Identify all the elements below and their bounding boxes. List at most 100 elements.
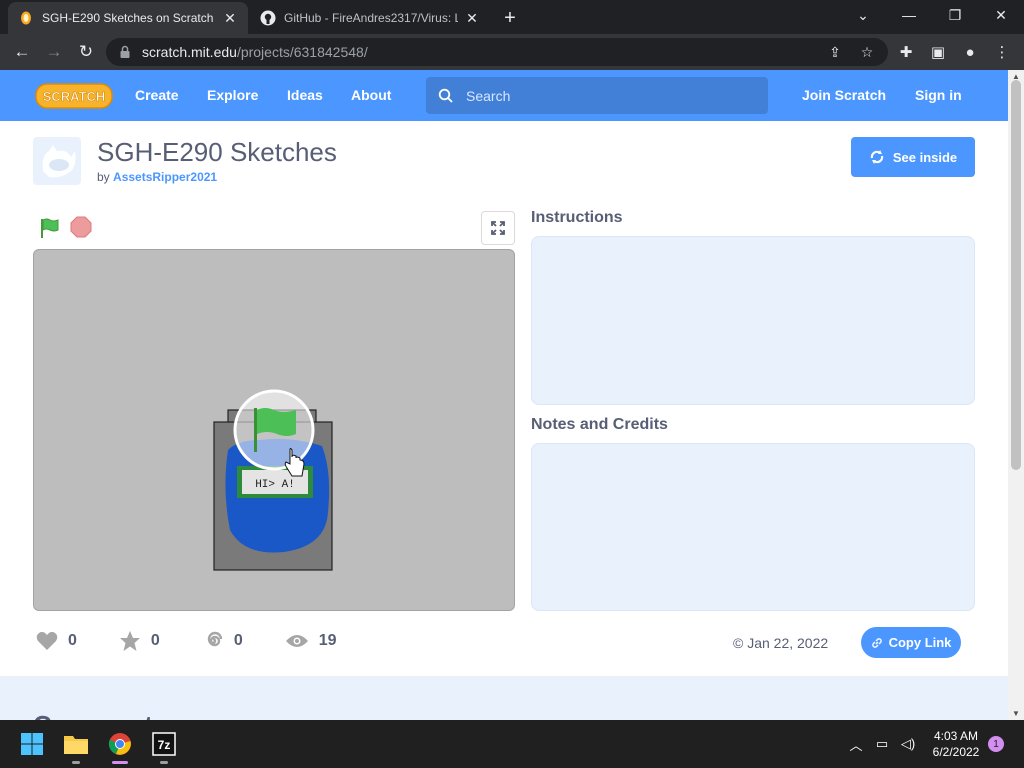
fullscreen-button[interactable]	[481, 211, 515, 245]
remix-spiral-icon	[207, 631, 223, 647]
browser-tab-strip: SGH-E290 Sketches on Scratch ✕ GitHub - …	[0, 0, 1024, 34]
tab-github[interactable]: GitHub - FireAndres2317/Virus: L ✕	[250, 2, 490, 34]
file-explorer-icon[interactable]	[60, 728, 92, 764]
remix-count: 0	[233, 632, 243, 649]
copy-link-label: Copy Link	[888, 635, 952, 650]
search-box	[426, 77, 768, 114]
svg-text:SCRATCH: SCRATCH	[43, 89, 106, 104]
running-indicator	[160, 761, 168, 764]
instructions-title: Instructions	[531, 209, 623, 226]
project-title: SGH-E290 Sketches	[97, 137, 337, 167]
github-favicon-icon	[260, 10, 276, 26]
project-stats: 0 0 0 19	[36, 630, 365, 652]
join-scratch-link[interactable]: Join Scratch	[802, 87, 886, 103]
tab-title: SGH-E290 Sketches on Scratch	[42, 11, 214, 25]
back-arrow-icon[interactable]: ←	[10, 40, 34, 64]
tab-title: GitHub - FireAndres2317/Virus: L	[284, 11, 458, 25]
lock-icon	[120, 45, 130, 58]
address-bar[interactable]: scratch.mit.edu/projects/631842548/ ⇪ ☆	[106, 38, 888, 66]
scratch-logo[interactable]: SCRATCH	[35, 82, 113, 110]
window-controls: ⌄ — ❐ ✕	[840, 0, 1024, 30]
active-indicator	[112, 761, 128, 764]
favorite-count: 0	[150, 632, 160, 649]
menu-kebab-icon[interactable]: ⋮	[990, 40, 1014, 64]
notes-credits-panel	[531, 443, 975, 611]
page-scrollbar[interactable]: ▲ ▼	[1008, 70, 1024, 720]
remix-stat: 0	[202, 630, 243, 652]
7zip-icon[interactable]: 7z	[148, 728, 180, 764]
by-prefix: by	[97, 170, 110, 184]
scroll-down-icon[interactable]: ▼	[1012, 709, 1020, 718]
side-panel-icon[interactable]: ▣	[926, 40, 950, 64]
url-host: scratch.mit.edu	[142, 44, 237, 60]
author-avatar[interactable]	[33, 137, 81, 185]
network-icon[interactable]: ▭	[871, 734, 893, 754]
chrome-icon[interactable]	[104, 728, 136, 764]
project-stage[interactable]: HI> A!	[33, 249, 515, 611]
love-stat[interactable]: 0	[36, 631, 77, 651]
favorite-stat[interactable]: 0	[119, 630, 160, 652]
new-tab-button[interactable]: +	[498, 6, 522, 30]
close-tab-icon[interactable]: ✕	[464, 10, 480, 26]
search-icon	[438, 88, 453, 103]
search-input[interactable]	[466, 87, 746, 104]
remix-arrows-icon	[870, 150, 884, 164]
restore-button[interactable]: ❐	[932, 0, 978, 30]
see-inside-label: See inside	[892, 149, 958, 165]
chevron-up-icon[interactable]: ︿	[845, 734, 867, 754]
eye-icon	[285, 635, 308, 647]
url-path: /projects/631842548/	[236, 44, 368, 60]
volume-icon[interactable]: ◁)	[897, 734, 919, 754]
windows-start-icon[interactable]	[16, 728, 48, 760]
taskbar-clock[interactable]: 4:03 AM 6/2/2022	[926, 728, 986, 760]
windows-taskbar: 7z ︿ ▭ ◁) 4:03 AM 6/2/2022	[0, 720, 1024, 768]
project-date: © Jan 22, 2022	[733, 635, 829, 651]
scratch-favicon-icon	[18, 10, 34, 26]
love-count: 0	[68, 632, 77, 649]
sprite-screen-text: HI> A!	[255, 479, 295, 491]
nav-ideas[interactable]: Ideas	[287, 87, 323, 103]
comments-title: Comments	[33, 710, 167, 720]
heart-icon	[36, 631, 58, 650]
close-tab-icon[interactable]: ✕	[222, 10, 238, 26]
instructions-panel	[531, 236, 975, 405]
bookmark-star-icon[interactable]: ☆	[858, 43, 876, 61]
profile-avatar-icon[interactable]: ●	[958, 40, 982, 64]
nav-explore[interactable]: Explore	[207, 87, 258, 103]
scrollbar-thumb[interactable]	[1011, 80, 1021, 470]
play-overlay-flag-icon[interactable]	[233, 389, 315, 471]
scratch-navbar: SCRATCH Create Explore Ideas About Join …	[0, 70, 1008, 121]
tab-scratch-project[interactable]: SGH-E290 Sketches on Scratch ✕	[8, 2, 248, 34]
clock-time: 4:03 AM	[933, 729, 979, 743]
views-count: 19	[318, 632, 337, 649]
share-icon[interactable]: ⇪	[826, 43, 844, 61]
running-indicator	[72, 761, 80, 764]
extensions-puzzle-icon[interactable]: ✚	[894, 40, 918, 64]
link-icon	[871, 637, 882, 648]
notes-credits-title: Notes and Credits	[531, 416, 668, 433]
nav-about[interactable]: About	[351, 87, 391, 103]
sign-in-link[interactable]: Sign in	[915, 87, 962, 103]
nav-create[interactable]: Create	[135, 87, 179, 103]
notification-badge[interactable]: 1	[988, 736, 1004, 752]
page-viewport: SCRATCH Create Explore Ideas About Join …	[0, 70, 1008, 720]
project-byline: by AssetsRipper2021	[97, 170, 217, 184]
stop-icon[interactable]	[70, 216, 92, 238]
reload-icon[interactable]: ↻	[74, 40, 98, 64]
tab-search-chevron-down-icon[interactable]: ⌄	[840, 0, 886, 30]
clock-date: 6/2/2022	[932, 745, 980, 759]
copy-link-button[interactable]: Copy Link	[861, 627, 961, 658]
see-inside-button[interactable]: See inside	[851, 137, 975, 177]
browser-toolbar: ← → ↻ scratch.mit.edu/projects/631842548…	[0, 34, 1024, 70]
stage-canvas: HI> A!	[213, 389, 333, 571]
system-tray: ︿ ▭ ◁)	[845, 734, 923, 754]
close-window-button[interactable]: ✕	[978, 0, 1024, 30]
star-icon	[119, 631, 140, 651]
fullscreen-icon	[491, 221, 505, 235]
green-flag-icon[interactable]	[38, 216, 62, 240]
author-link[interactable]: AssetsRipper2021	[113, 170, 217, 184]
7zip-label: 7z	[158, 738, 171, 752]
minimize-button[interactable]: —	[886, 0, 932, 30]
views-stat: 19	[285, 632, 337, 650]
forward-arrow-icon[interactable]: →	[42, 40, 66, 64]
